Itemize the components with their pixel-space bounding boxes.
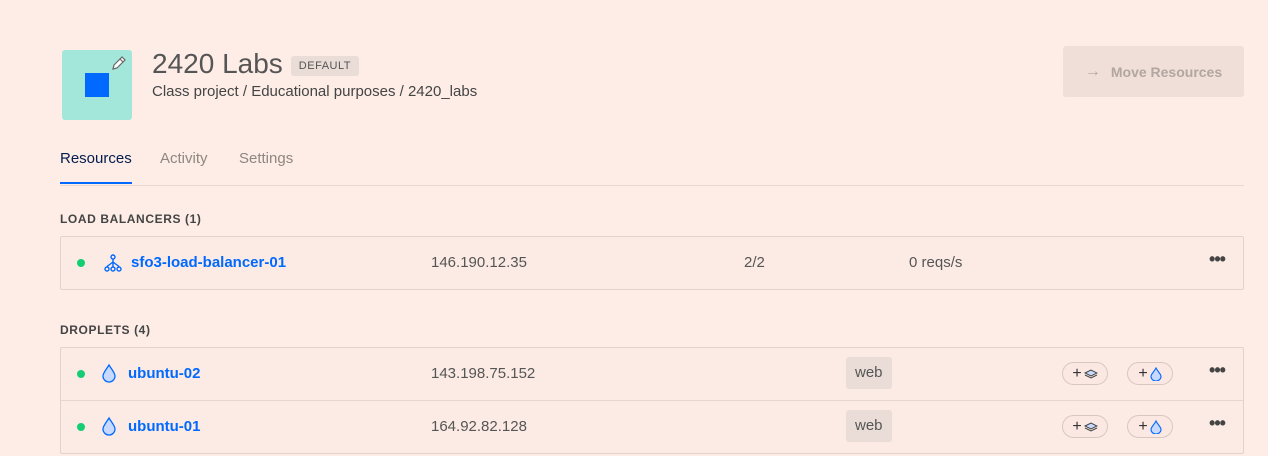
plus-icon: + bbox=[1138, 364, 1148, 382]
more-options-icon[interactable]: ••• bbox=[1207, 361, 1227, 382]
droplet-ip: 164.92.82.128 bbox=[431, 418, 527, 435]
tab-settings[interactable]: Settings bbox=[239, 150, 293, 181]
status-dot bbox=[77, 423, 85, 431]
load-balancer-ip: 146.190.12.35 bbox=[431, 254, 527, 271]
droplets-panel: ubuntu-02 143.198.75.152 web + + ••• ubu… bbox=[60, 347, 1244, 454]
plus-icon: + bbox=[1138, 417, 1148, 435]
arrow-right-icon: → bbox=[1084, 62, 1101, 80]
plus-icon: + bbox=[1072, 417, 1082, 435]
droplet-icon bbox=[102, 416, 116, 436]
droplet-icon bbox=[1150, 366, 1162, 381]
default-badge: DEFAULT bbox=[290, 56, 359, 76]
droplet-ip: 143.198.75.152 bbox=[431, 365, 536, 382]
droplet-tag[interactable]: web bbox=[846, 410, 892, 442]
more-options-icon[interactable]: ••• bbox=[1207, 414, 1227, 435]
load-balancer-nodes: 2/2 bbox=[744, 254, 765, 271]
move-resources-label: Move Resources bbox=[1110, 63, 1223, 80]
droplet-name-link[interactable]: ubuntu-01 bbox=[128, 418, 201, 435]
move-resources-button[interactable]: → Move Resources bbox=[1063, 46, 1244, 97]
load-balancers-heading: LOAD BALANCERS (1) bbox=[60, 212, 202, 226]
load-balancers-panel: sfo3-load-balancer-01 146.190.12.35 2/2 … bbox=[60, 236, 1244, 290]
droplet-name-link[interactable]: ubuntu-02 bbox=[128, 365, 201, 382]
load-balancer-requests: 0 reqs/s bbox=[909, 254, 963, 271]
table-row: sfo3-load-balancer-01 146.190.12.35 2/2 … bbox=[61, 237, 1243, 289]
tab-resources[interactable]: Resources bbox=[60, 150, 132, 184]
add-volume-button[interactable]: + bbox=[1062, 362, 1108, 385]
table-row: ubuntu-02 143.198.75.152 web + + ••• bbox=[61, 348, 1243, 401]
status-dot bbox=[77, 370, 85, 378]
droplet-icon bbox=[1150, 419, 1162, 434]
droplet-icon bbox=[102, 363, 116, 383]
project-tabs: Resources Activity Settings bbox=[60, 150, 1244, 186]
more-options-icon[interactable]: ••• bbox=[1207, 250, 1227, 271]
add-volume-button[interactable]: + bbox=[1062, 415, 1108, 438]
pencil-icon[interactable] bbox=[109, 53, 129, 73]
add-droplet-button[interactable]: + bbox=[1127, 415, 1173, 438]
project-title-row: 2420 Labs DEFAULT bbox=[152, 48, 359, 80]
project-subtitle: Class project / Educational purposes / 2… bbox=[152, 83, 478, 100]
table-row: ubuntu-01 164.92.82.128 web + + ••• bbox=[61, 401, 1243, 453]
add-droplet-button[interactable]: + bbox=[1127, 362, 1173, 385]
plus-icon: + bbox=[1072, 364, 1082, 382]
load-balancer-icon bbox=[104, 254, 122, 272]
droplets-heading: DROPLETS (4) bbox=[60, 323, 151, 337]
volume-icon bbox=[1083, 368, 1098, 379]
project-title: 2420 Labs bbox=[152, 48, 283, 79]
project-avatar[interactable] bbox=[62, 50, 132, 120]
droplet-tag[interactable]: web bbox=[846, 357, 892, 389]
tab-activity[interactable]: Activity bbox=[160, 150, 208, 181]
status-dot bbox=[77, 259, 85, 267]
load-balancer-name-link[interactable]: sfo3-load-balancer-01 bbox=[131, 254, 286, 271]
volume-icon bbox=[1083, 421, 1098, 432]
project-square-icon bbox=[85, 73, 109, 97]
